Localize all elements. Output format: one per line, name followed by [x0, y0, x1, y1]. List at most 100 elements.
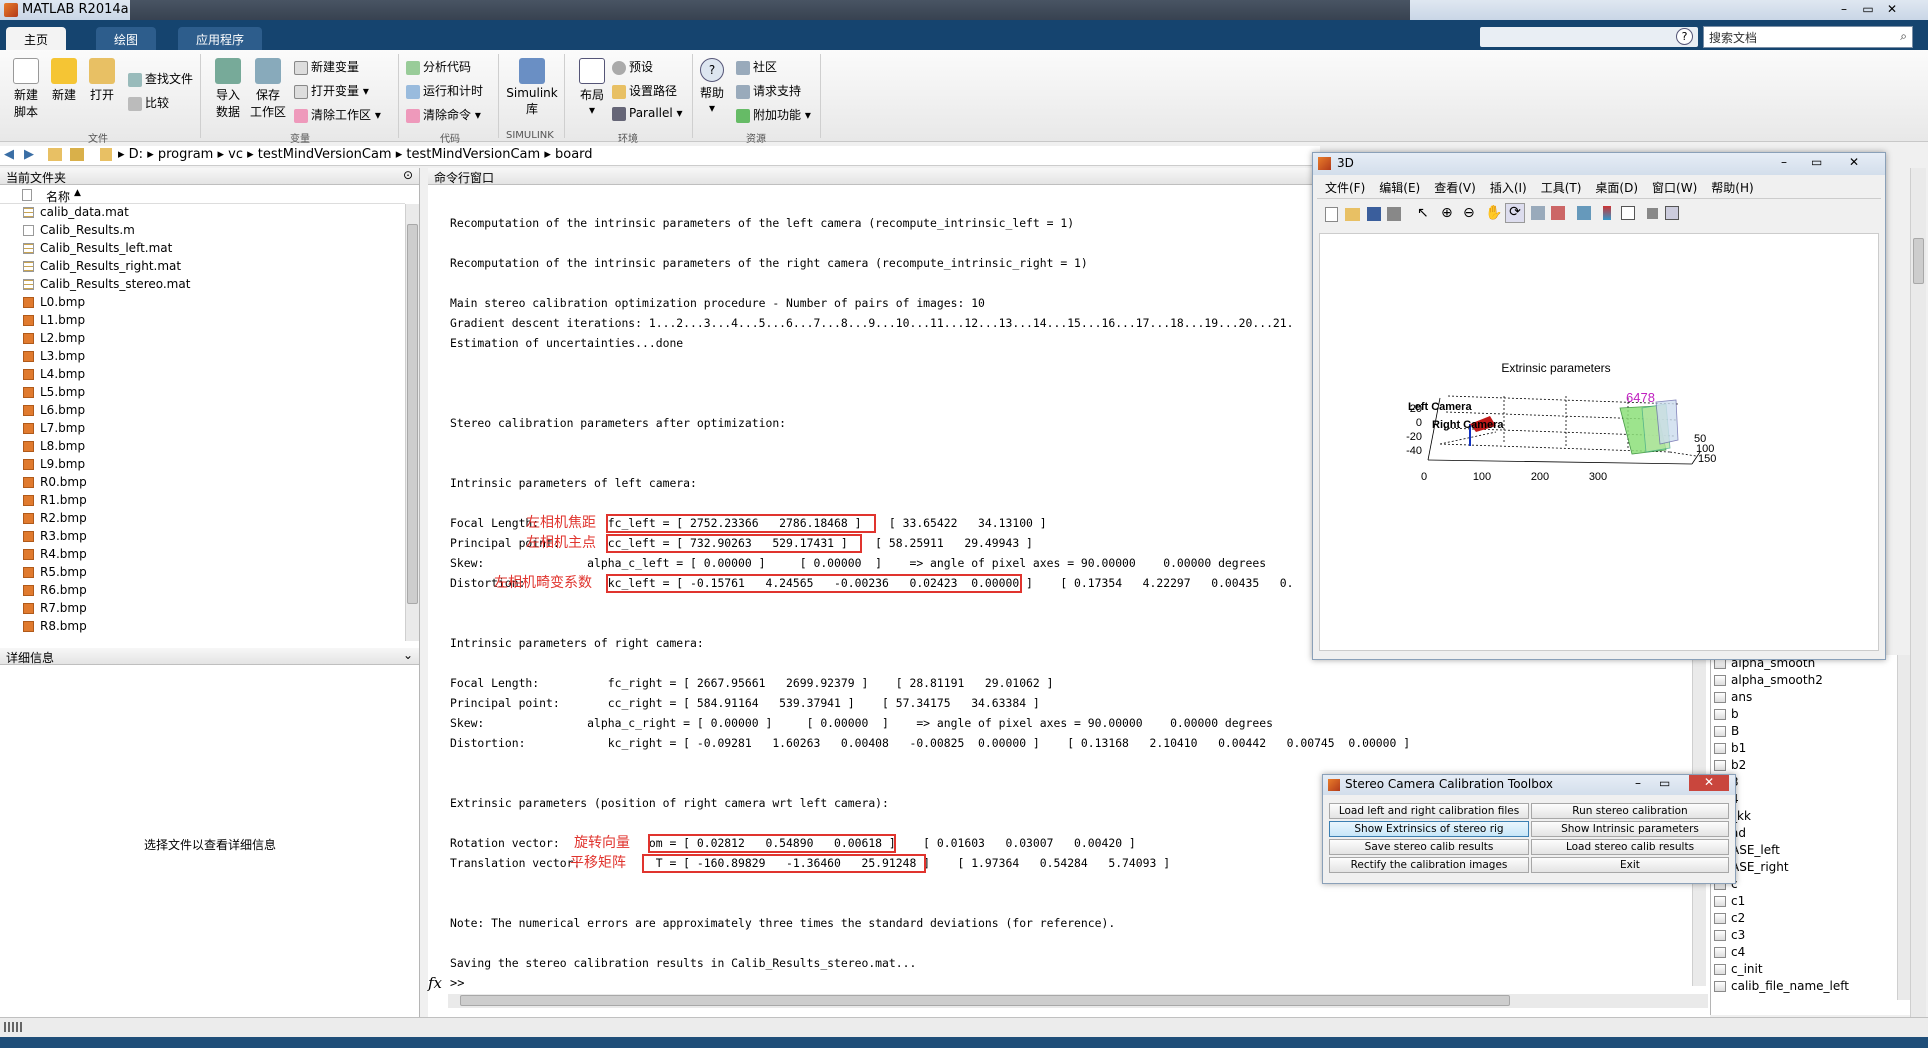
menu-file[interactable]: 文件(F) — [1325, 181, 1365, 195]
workspace-variable[interactable]: _kk — [1711, 808, 1897, 825]
open-folder-icon[interactable] — [1345, 208, 1360, 221]
scroll-thumb[interactable] — [460, 995, 1510, 1006]
command-window-hscroll[interactable] — [448, 994, 1708, 1008]
rotate-3d-icon[interactable]: ⟳ — [1505, 203, 1525, 223]
menu-view[interactable]: 查看(V) — [1434, 181, 1476, 195]
save-workspace-button[interactable]: 保存 工作区 — [246, 58, 290, 120]
maximize-button[interactable]: ▭ — [1856, 0, 1880, 18]
tab-home[interactable]: 主页 — [6, 27, 67, 50]
load-stereo-results-button[interactable]: Load stereo calib results — [1531, 839, 1729, 855]
breadcrumb-item[interactable]: testMindVersionCam — [406, 147, 540, 162]
file-list-item[interactable]: R6.bmp — [0, 582, 405, 600]
file-list-item[interactable]: R5.bmp — [0, 564, 405, 582]
file-list-item[interactable]: R1.bmp — [0, 492, 405, 510]
layout-button[interactable]: 布局 ▾ — [570, 58, 614, 117]
file-list-item[interactable]: L5.bmp — [0, 384, 405, 402]
run-and-time-button[interactable]: 运行和计时 — [406, 82, 483, 99]
menu-desktop[interactable]: 桌面(D) — [1595, 181, 1638, 195]
zoom-in-icon[interactable]: ⊕ — [1441, 205, 1453, 221]
file-list-item[interactable]: Calib_Results_stereo.mat — [0, 276, 405, 294]
menu-help[interactable]: 帮助(H) — [1711, 181, 1753, 195]
file-list-item[interactable]: R0.bmp — [0, 474, 405, 492]
request-support-button[interactable]: 请求支持 — [736, 82, 801, 99]
workspace-variable[interactable]: calib_file_name_left — [1711, 978, 1897, 995]
save-stereo-results-button[interactable]: Save stereo calib results — [1329, 839, 1529, 855]
extrinsic-plot[interactable]: Extrinsic parameters 6478 Left Camera Ri… — [1320, 234, 1880, 652]
workspace-variable[interactable]: b1 — [1711, 740, 1897, 757]
search-docs-input[interactable]: 搜索文档 ⌕ — [1703, 26, 1913, 48]
close-button[interactable]: ✕ — [1849, 155, 1859, 169]
import-data-button[interactable]: 导入 数据 — [206, 58, 250, 120]
workspace-variable[interactable]: ad — [1711, 825, 1897, 842]
file-list-item[interactable]: R8.bmp — [0, 618, 405, 636]
workspace-variable[interactable]: c2 — [1711, 910, 1897, 927]
scroll-thumb[interactable] — [407, 224, 418, 604]
workspace-variable[interactable]: c3 — [1711, 927, 1897, 944]
simulink-library-button[interactable]: Simulink 库 — [504, 58, 560, 117]
workspace-variable[interactable]: ASE_left — [1711, 842, 1897, 859]
file-list-item[interactable]: L2.bmp — [0, 330, 405, 348]
up-folder-icon[interactable] — [48, 148, 62, 161]
close-button[interactable]: ✕ — [1689, 775, 1729, 791]
legend-icon[interactable] — [1621, 206, 1635, 220]
breadcrumb-item[interactable]: D: — [129, 147, 143, 162]
forward-arrow-icon[interactable]: ▶ — [24, 147, 34, 162]
file-list-item[interactable]: L0.bmp — [0, 294, 405, 312]
workspace-variable[interactable]: c — [1711, 876, 1897, 893]
workspace-variable[interactable]: alpha_smooth2 — [1711, 672, 1897, 689]
workspace-variable[interactable]: ans — [1711, 689, 1897, 706]
show-extrinsics-button[interactable]: Show Extrinsics of stereo rig — [1329, 821, 1529, 837]
file-list-item[interactable]: R2.bmp — [0, 510, 405, 528]
workspace-variable[interactable]: ASE_right — [1711, 859, 1897, 876]
clear-workspace-button[interactable]: 清除工作区 ▾ — [294, 106, 381, 123]
help-button[interactable]: ? 帮助 ▾ — [696, 58, 728, 115]
file-list-scrollbar[interactable] — [405, 204, 419, 641]
address-bar[interactable]: ◀ ▶ ▸ D: ▸ program ▸ vc ▸ testMindVersio… — [0, 146, 1320, 166]
workspace-variable[interactable]: b2 — [1711, 757, 1897, 774]
file-list-item[interactable]: L3.bmp — [0, 348, 405, 366]
tab-apps[interactable]: 应用程序 — [178, 27, 263, 50]
file-list-item[interactable]: Calib_Results_right.mat — [0, 258, 405, 276]
file-list-item[interactable]: R4.bmp — [0, 546, 405, 564]
workspace-variable[interactable]: 4 — [1711, 791, 1897, 808]
workspace-variable[interactable]: 3 — [1711, 774, 1897, 791]
file-list-item[interactable]: Calib_Results.m — [0, 222, 405, 240]
new-variable-button[interactable]: 新建变量 — [294, 58, 359, 75]
browse-folder-icon[interactable] — [70, 148, 84, 161]
panel-menu-icon[interactable]: ⊙ — [403, 168, 413, 182]
workspace-scrollbar[interactable] — [1897, 655, 1911, 1000]
file-list-item[interactable]: calib_data.mat — [0, 204, 405, 222]
close-button[interactable]: ✕ — [1880, 0, 1904, 18]
minimize-button[interactable]: – — [1635, 776, 1641, 790]
workspace-variable[interactable]: c4 — [1711, 944, 1897, 961]
zoom-out-icon[interactable]: ⊖ — [1463, 205, 1475, 221]
data-cursor-icon[interactable] — [1531, 206, 1545, 220]
breadcrumb-item[interactable]: program — [158, 147, 214, 162]
menu-tools[interactable]: 工具(T) — [1541, 181, 1582, 195]
save-icon[interactable] — [1367, 207, 1381, 221]
open-button[interactable]: 打开 — [80, 58, 124, 103]
fx-icon[interactable]: fx — [428, 974, 442, 992]
file-list-item[interactable]: Calib_Results_left.mat — [0, 240, 405, 258]
command-prompt[interactable]: >> — [450, 976, 464, 990]
exit-button[interactable]: Exit — [1531, 857, 1729, 873]
rectify-images-button[interactable]: Rectify the calibration images — [1329, 857, 1529, 873]
print-icon[interactable] — [1387, 207, 1401, 221]
hide-tools-icon[interactable] — [1647, 208, 1658, 219]
workspace-variable[interactable]: c1 — [1711, 893, 1897, 910]
open-variable-button[interactable]: 打开变量 ▾ — [294, 82, 369, 99]
menu-window[interactable]: 窗口(W) — [1652, 181, 1697, 195]
back-arrow-icon[interactable]: ◀ — [4, 147, 14, 162]
set-path-button[interactable]: 设置路径 — [612, 82, 677, 99]
menu-edit[interactable]: 编辑(E) — [1379, 181, 1420, 195]
analyze-code-button[interactable]: 分析代码 — [406, 58, 471, 75]
file-list-item[interactable]: L4.bmp — [0, 366, 405, 384]
figure-window-3d[interactable]: 3D – ▭ ✕ 文件(F) 编辑(E) 查看(V) 插入(I) 工具(T) 桌面(D) 窗… — [1312, 152, 1886, 660]
parallel-button[interactable]: Parallel ▾ — [612, 106, 683, 121]
find-files-button[interactable]: 查找文件 — [128, 70, 193, 87]
breadcrumb-item[interactable]: vc — [228, 147, 243, 162]
workspace-variable[interactable]: c_init — [1711, 961, 1897, 978]
figure-canvas[interactable]: Extrinsic parameters 6478 Left Camera Ri… — [1319, 233, 1879, 651]
chevron-down-icon[interactable]: ⌄ — [403, 648, 413, 662]
file-list-item[interactable]: L1.bmp — [0, 312, 405, 330]
